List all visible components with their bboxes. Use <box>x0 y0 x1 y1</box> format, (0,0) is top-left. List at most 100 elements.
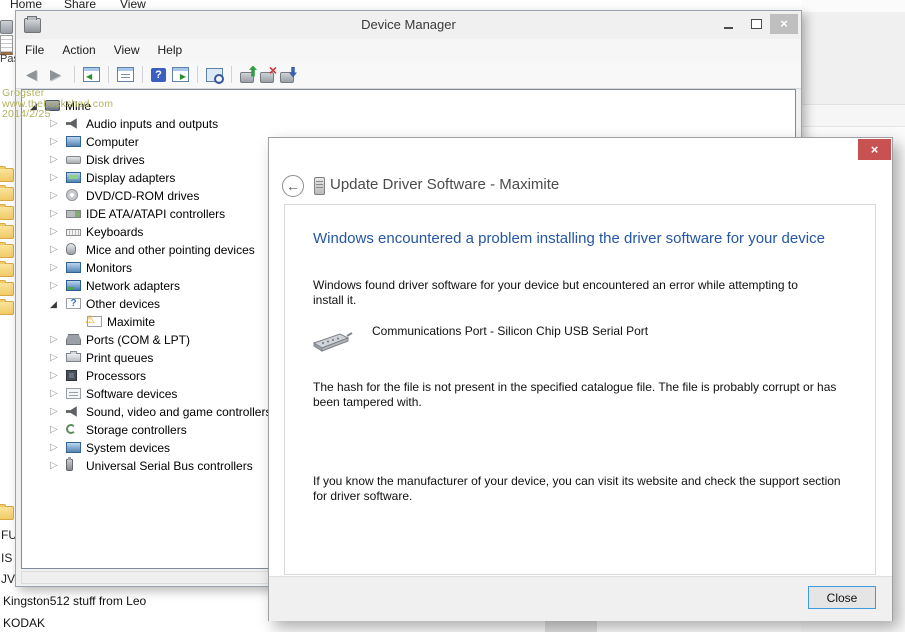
serial-port-connector-icon <box>311 329 355 355</box>
support-hint: If you know the manufacturer of your dev… <box>313 474 845 504</box>
toolbar-properties-button[interactable] <box>117 67 134 82</box>
tree-item-label: Network adapters <box>86 277 180 295</box>
tree-item-label: System devices <box>86 439 170 457</box>
tree-expander-icon[interactable]: ▷ <box>50 367 58 385</box>
folder-icon[interactable] <box>0 282 14 296</box>
toolbar <box>16 61 801 89</box>
error-heading: Windows encountered a problem installing… <box>313 230 825 247</box>
device-name: Communications Port - Silicon Chip USB S… <box>372 324 648 338</box>
tree-item-label: Ports (COM & LPT) <box>86 331 190 349</box>
tree-item-label: Disk drives <box>86 151 145 169</box>
paste-button[interactable]: Pas <box>0 18 14 62</box>
audio-icon <box>66 118 81 129</box>
menu-item-view[interactable]: View <box>105 39 149 61</box>
toolbar-uninstall-button[interactable] <box>260 72 274 83</box>
menu-item-help[interactable]: Help <box>149 39 192 61</box>
tree-expander-icon[interactable]: ▷ <box>50 439 58 457</box>
folder-icon[interactable] <box>0 301 14 315</box>
tree-item-label: Monitors <box>86 259 132 277</box>
folder-icon[interactable] <box>0 506 14 520</box>
toolbar-update-driver-button[interactable] <box>240 72 254 83</box>
tree-expander-icon[interactable]: ▷ <box>50 187 58 205</box>
tree-expander-icon[interactable]: ▷ <box>50 331 58 349</box>
tree-item-label: Mice and other pointing devices <box>86 241 255 259</box>
toolbar-scan-changes-button[interactable] <box>280 72 294 83</box>
tree-item-label: Other devices <box>86 295 160 313</box>
menu-item-action[interactable]: Action <box>53 39 104 61</box>
dialog-title: Update Driver Software - Maximite <box>330 176 559 193</box>
tree-expander-icon[interactable]: ▷ <box>50 403 58 421</box>
folder-label-is[interactable]: IS <box>1 551 12 565</box>
mouse-icon <box>66 243 76 255</box>
tree-expander-icon[interactable]: ▷ <box>50 421 58 439</box>
tree-item-mine[interactable]: ◢Mine <box>22 97 795 115</box>
minimize-button[interactable] <box>714 14 742 34</box>
tree-expander-icon[interactable]: ▷ <box>50 457 58 475</box>
tree-item-audio-inputs-and-outputs[interactable]: ▷Audio inputs and outputs <box>22 115 795 133</box>
desktop: HomeShareView Pas FUISJV Kingston512 stu… <box>0 0 905 632</box>
watermark-line: 2014/2/25 <box>2 109 113 120</box>
folder-icon[interactable] <box>0 244 14 258</box>
network-icon <box>66 280 81 291</box>
tree-item-label: Print queues <box>86 349 153 367</box>
explorer-panel-band <box>801 105 905 127</box>
close-dialog-button[interactable]: Close <box>808 586 876 609</box>
sound-icon <box>66 406 81 417</box>
back-button[interactable]: ← <box>282 175 304 197</box>
dialog-close-icon[interactable]: × <box>858 139 891 160</box>
update-driver-dialog: × ← Update Driver Software - Maximite Wi… <box>268 137 893 621</box>
dialog-footer: Close <box>269 576 892 621</box>
ide-icon <box>66 210 81 218</box>
tree-expander-icon[interactable]: ▷ <box>50 133 58 151</box>
tree-expander-icon[interactable]: ◢ <box>50 295 57 313</box>
close-window-button[interactable]: × <box>770 14 798 34</box>
tree-item-label: DVD/CD-ROM drives <box>86 187 199 205</box>
maximize-button[interactable] <box>742 14 770 34</box>
folder-icon[interactable] <box>0 206 14 220</box>
monitor-icon <box>66 262 81 273</box>
folder-icon[interactable] <box>0 187 14 201</box>
folder-label-kingston512-stuff-from-leo[interactable]: Kingston512 stuff from Leo <box>3 594 146 608</box>
tree-expander-icon[interactable]: ▷ <box>50 277 58 295</box>
toolbar-separator <box>142 66 143 83</box>
dvd-icon <box>66 189 78 201</box>
toolbar-help-button[interactable] <box>151 68 166 82</box>
device-manager-titlebar[interactable]: Device Manager × <box>16 11 801 39</box>
clipboard-icon <box>0 20 13 34</box>
toolbar-back-button[interactable] <box>26 67 43 82</box>
software-icon <box>66 388 81 399</box>
tree-expander-icon[interactable]: ▷ <box>50 349 58 367</box>
folder-icon[interactable] <box>0 225 14 239</box>
window-title: Device Manager <box>16 11 801 39</box>
toolbar-forward-button[interactable] <box>49 67 66 82</box>
toolbar-console-tree-button[interactable] <box>83 67 100 82</box>
keyboard-icon <box>66 229 81 236</box>
print-icon <box>66 353 81 362</box>
folder-icon[interactable] <box>0 263 14 277</box>
folder-icon[interactable] <box>0 168 14 182</box>
tree-expander-icon[interactable]: ▷ <box>50 385 58 403</box>
folder-label-jv[interactable]: JV <box>1 572 15 586</box>
document-icon <box>0 35 13 55</box>
tree-expander-icon[interactable]: ▷ <box>50 169 58 187</box>
tree-expander-icon[interactable]: ▷ <box>50 205 58 223</box>
folder-label-kodak[interactable]: KODAK <box>3 616 45 630</box>
error-detail: The hash for the file is not present in … <box>313 380 861 410</box>
explorer-panel-band <box>801 12 905 105</box>
toolbar-separator <box>231 66 232 83</box>
display-icon <box>66 172 81 183</box>
processor-icon <box>66 370 77 381</box>
error-description: Windows found driver software for your d… <box>313 278 821 308</box>
toolbar-scan-hardware-button[interactable] <box>206 68 223 82</box>
driver-icon <box>314 177 325 195</box>
menu-item-file[interactable]: File <box>16 39 53 61</box>
tree-expander-icon[interactable]: ▷ <box>50 259 58 277</box>
tree-item-label: Storage controllers <box>86 421 187 439</box>
tree-item-label: Sound, video and game controllers <box>86 403 271 421</box>
tree-expander-icon[interactable]: ▷ <box>50 223 58 241</box>
toolbar-separator <box>197 66 198 83</box>
ports-icon <box>66 334 81 345</box>
toolbar-action-pane-button[interactable] <box>172 67 189 82</box>
tree-expander-icon[interactable]: ▷ <box>50 151 58 169</box>
tree-expander-icon[interactable]: ▷ <box>50 241 58 259</box>
